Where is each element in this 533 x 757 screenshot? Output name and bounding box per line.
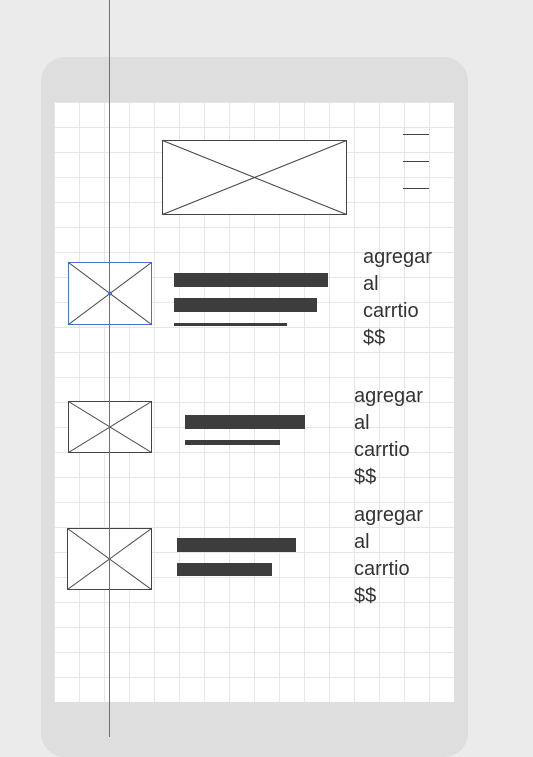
product-thumbnail[interactable] [68,401,152,453]
add-to-cart-button[interactable]: agregar al carrtio $$ [354,383,423,491]
add-to-cart-label: al [354,531,370,553]
add-to-cart-label: al [363,273,379,295]
product-title-bar [174,273,328,287]
image-placeholder-icon [68,401,152,453]
vertical-guide-line [109,0,110,737]
menu-line [403,134,429,135]
product-thumbnail[interactable] [68,262,152,325]
add-to-cart-label: agregar [354,504,423,526]
add-to-cart-label: agregar [354,385,423,407]
price-label: $$ [363,327,386,349]
add-to-cart-label: carrtio [363,300,419,322]
add-to-cart-button[interactable]: agregar al carrtio $$ [354,502,423,610]
add-to-cart-label: carrtio [354,439,410,461]
add-to-cart-label: carrtio [354,558,410,580]
image-placeholder-icon [68,262,152,325]
add-to-cart-button[interactable]: agregar al carrtio $$ [363,244,432,352]
price-label: $$ [354,466,377,488]
product-price-bar [185,440,280,445]
product-price-bar [174,323,287,326]
product-title-bar [185,415,305,429]
add-to-cart-label: al [354,412,370,434]
image-placeholder-icon [162,140,347,215]
hamburger-menu-icon[interactable] [403,128,429,192]
add-to-cart-label: agregar [363,246,432,268]
menu-line [403,161,429,162]
product-description-bar [174,298,317,312]
product-description-bar [177,563,272,576]
menu-line [403,188,429,189]
price-label: $$ [354,585,377,607]
header-logo-image[interactable] [162,140,347,215]
product-title-bar [177,538,296,552]
